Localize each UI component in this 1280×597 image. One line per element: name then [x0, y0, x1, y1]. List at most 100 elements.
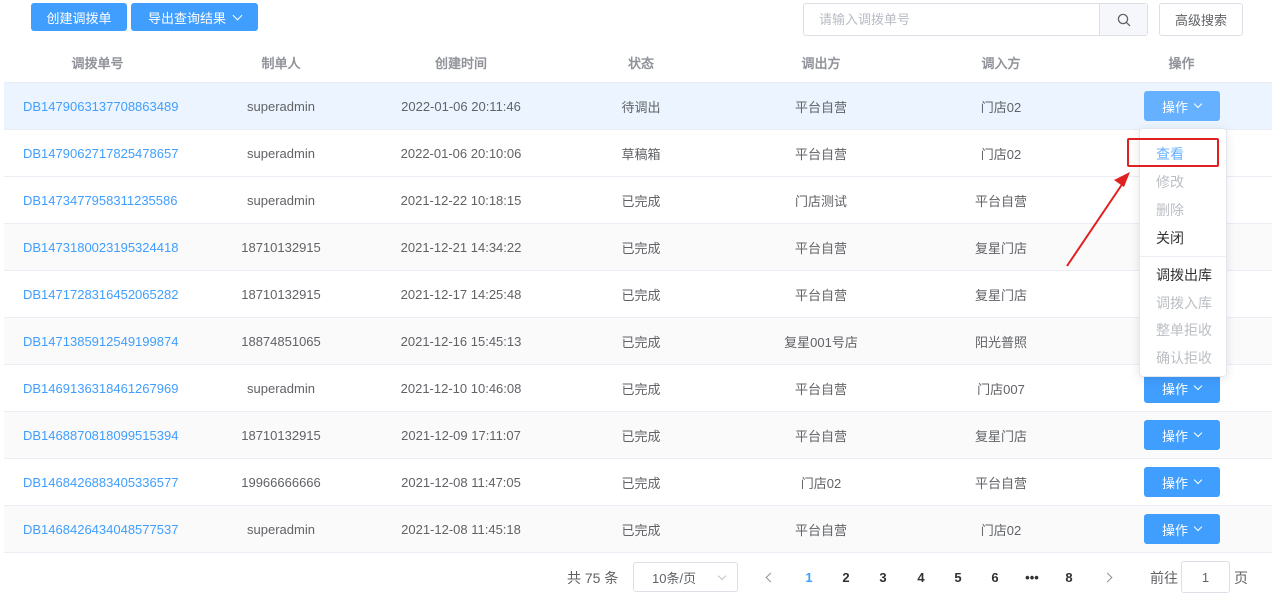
next-page-button[interactable] — [1094, 562, 1124, 592]
to-cell: 平台自营 — [974, 193, 1027, 209]
actions-dropdown-button[interactable]: 操作 — [1143, 514, 1220, 544]
table-row: DB1469136318461267969 superadmin 2021-12… — [4, 365, 1272, 412]
page-number[interactable]: 4 — [906, 562, 936, 592]
to-cell: 门店007 — [977, 381, 1025, 397]
table-row: DB1468426883405336577 19966666666 2021-1… — [4, 459, 1272, 506]
maker-cell: superadmin — [247, 380, 315, 396]
created-time-cell: 2021-12-08 11:47:05 — [401, 474, 521, 490]
actions-cell: 操作 — [1091, 412, 1272, 458]
create-transfer-button[interactable]: 创建调拨单 — [31, 3, 127, 31]
from-cell: 门店02 — [800, 475, 842, 491]
chevron-down-icon — [1193, 475, 1203, 485]
transfer-no-link[interactable]: DB1468426434048577537 — [4, 506, 191, 552]
status-cell: 已完成 — [621, 193, 661, 209]
maker-cell: superadmin — [247, 192, 315, 208]
goto-page-input[interactable] — [1181, 561, 1230, 593]
created-time-cell: 2021-12-16 15:45:13 — [400, 333, 522, 349]
chevron-left-icon — [765, 572, 776, 582]
created-time-cell: 2021-12-22 10:18:15 — [400, 192, 522, 208]
created-time-cell: 2021-12-08 11:45:18 — [401, 521, 521, 537]
maker-cell: 18710132915 — [241, 239, 321, 255]
to-cell: 阳光普照 — [974, 334, 1027, 350]
transfer-no-link[interactable]: DB1473180023195324418 — [4, 224, 191, 270]
menu-item-view[interactable]: 查看 — [1140, 140, 1226, 168]
to-cell: 复星门店 — [974, 428, 1027, 444]
status-cell: 已完成 — [621, 287, 661, 303]
page-number[interactable]: 5 — [943, 562, 973, 592]
search-input[interactable] — [804, 4, 1099, 35]
export-results-label: 导出查询结果 — [147, 10, 226, 26]
page-number[interactable]: 3 — [868, 562, 898, 592]
status-cell: 已完成 — [621, 240, 661, 256]
created-time-cell: 2021-12-09 17:11:07 — [401, 427, 521, 443]
status-cell: 已完成 — [621, 522, 661, 538]
search-button[interactable] — [1099, 4, 1147, 35]
status-cell: 已完成 — [621, 475, 661, 491]
transfer-no-link[interactable]: DB1468870818099515394 — [4, 412, 191, 458]
actions-cell: 操作 — [1091, 83, 1272, 129]
actions-dropdown-button[interactable]: 操作 — [1143, 91, 1220, 121]
transfer-no-link[interactable]: DB1479063137708863489 — [4, 83, 191, 129]
page-ellipsis[interactable]: ••• — [1017, 562, 1047, 592]
created-time-cell: 2021-12-17 14:25:48 — [400, 286, 522, 302]
menu-item-close[interactable]: 关闭 — [1140, 224, 1226, 252]
from-cell: 平台自营 — [794, 428, 847, 444]
actions-label: 操作 — [1161, 428, 1188, 444]
page-number[interactable]: 8 — [1054, 562, 1084, 592]
export-results-button[interactable]: 导出查询结果 — [131, 3, 258, 31]
page-number[interactable]: 1 — [794, 562, 824, 592]
advanced-search-label: 高级搜索 — [1174, 13, 1227, 28]
menu-item-delete: 删除 — [1156, 202, 1184, 218]
to-cell: 复星门店 — [974, 287, 1027, 303]
table-row: DB1479062717825478657 superadmin 2022-01… — [4, 130, 1272, 177]
column-header-created-time: 创建时间 — [434, 56, 487, 71]
table-row: DB1473180023195324418 18710132915 2021-1… — [4, 224, 1272, 271]
toolbar: 创建调拨单 导出查询结果 高级搜索 — [0, 0, 1280, 43]
menu-item-confirm-reject: 确认拒收 — [1156, 350, 1212, 366]
column-header-from: 调出方 — [801, 56, 841, 71]
menu-divider — [1140, 256, 1226, 257]
transfer-no-link[interactable]: DB1468426883405336577 — [4, 459, 191, 505]
transfer-table: 调拨单号 制单人 创建时间 状态 调出方 调入方 操作 DB1479063137… — [4, 43, 1272, 553]
column-header-transfer-no: 调拨单号 — [71, 56, 124, 71]
created-time-cell: 2021-12-21 14:34:22 — [400, 239, 522, 255]
actions-dropdown-button[interactable]: 操作 — [1143, 467, 1220, 497]
menu-item-transfer-in: 调拨入库 — [1156, 295, 1212, 311]
column-header-maker: 制单人 — [261, 56, 301, 71]
pagination: 共 75 条 10条/页 1 2 3 4 5 6 ••• 8 前往 页 — [0, 560, 1280, 594]
from-cell: 门店测试 — [794, 193, 847, 209]
actions-dropdown-button[interactable]: 操作 — [1143, 420, 1220, 450]
prev-page-button[interactable] — [754, 562, 784, 592]
status-cell: 待调出 — [621, 99, 661, 115]
chevron-right-icon — [1102, 572, 1113, 582]
transfer-no-link[interactable]: DB1471385912549199874 — [4, 318, 191, 364]
actions-dropdown-button[interactable]: 操作 — [1143, 373, 1220, 403]
actions-label: 操作 — [1161, 522, 1188, 538]
create-transfer-label: 创建调拨单 — [46, 10, 112, 26]
transfer-no-link[interactable]: DB1473477958311235586 — [4, 177, 191, 223]
table-row: DB1471385912549199874 18874851065 2021-1… — [4, 318, 1272, 365]
search-icon — [1117, 13, 1130, 26]
column-header-status: 状态 — [627, 56, 654, 71]
chevron-down-icon — [1193, 381, 1203, 391]
menu-item-transfer-out[interactable]: 调拨出库 — [1140, 261, 1226, 289]
advanced-search-button[interactable]: 高级搜索 — [1159, 3, 1243, 36]
from-cell: 平台自营 — [794, 287, 847, 303]
column-header-to: 调入方 — [981, 56, 1021, 71]
status-cell: 已完成 — [621, 381, 661, 397]
goto-suffix: 页 — [1234, 570, 1248, 586]
to-cell: 门店02 — [980, 146, 1022, 162]
transfer-no-link[interactable]: DB1469136318461267969 — [4, 365, 191, 411]
page-number[interactable]: 6 — [980, 562, 1010, 592]
page-size-select[interactable]: 10条/页 — [633, 562, 738, 592]
chevron-down-icon — [1193, 428, 1203, 438]
chevron-down-icon — [717, 571, 727, 581]
transfer-no-link[interactable]: DB1471728316452065282 — [4, 271, 191, 317]
actions-label: 操作 — [1161, 381, 1188, 397]
table-row: DB1479063137708863489 superadmin 2022-01… — [4, 83, 1272, 130]
goto-prefix: 前往 — [1150, 570, 1178, 586]
page-number[interactable]: 2 — [831, 562, 861, 592]
transfer-no-link[interactable]: DB1479062717825478657 — [4, 130, 191, 176]
maker-cell: 19966666666 — [241, 474, 321, 490]
to-cell: 平台自营 — [974, 475, 1027, 491]
